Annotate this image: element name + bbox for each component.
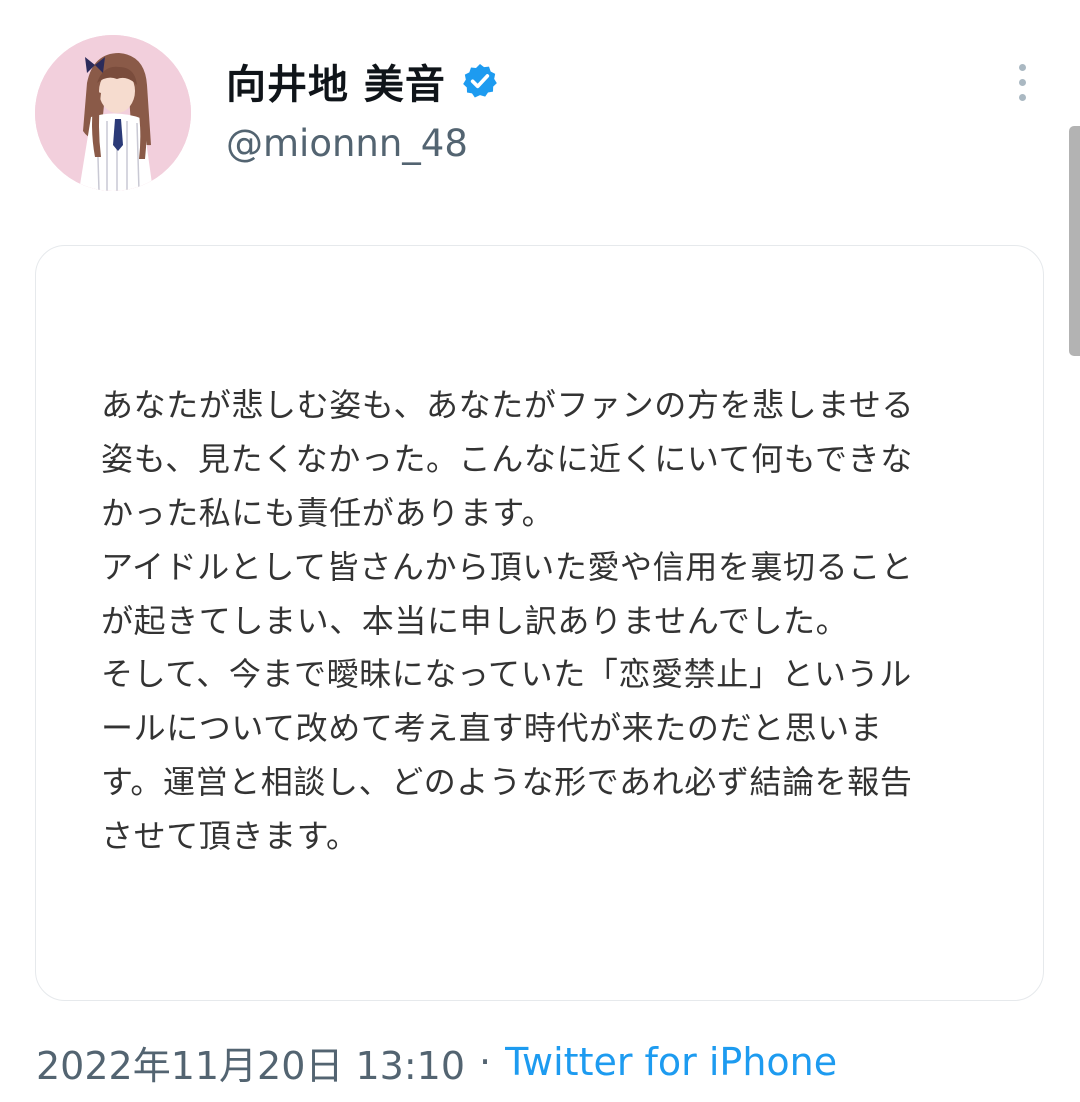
scrollbar[interactable]: [1069, 126, 1080, 356]
statement-line: す。運営と相談し、どのような形であれ必ず結論を報告: [101, 763, 913, 802]
statement-line: させて頂きます。: [101, 817, 359, 856]
statement-line: 姿も、見たくなかった。こんなに近くにいて何もできな: [101, 439, 913, 478]
verified-badge-icon: [460, 61, 500, 101]
statement-line: アイドルとして皆さんから頂いた愛や信用を裏切ること: [101, 547, 914, 586]
avatar[interactable]: [35, 35, 191, 191]
more-vertical-icon-dot: [1018, 93, 1026, 101]
timestamp[interactable]: 2022年11月20日 13:10: [36, 1035, 465, 1090]
display-name[interactable]: 向井地 美音: [226, 54, 500, 108]
more-vertical-icon-dot: [1018, 78, 1026, 86]
display-name-text: 向井地 美音: [226, 62, 446, 108]
statement-text: あなたが悲しむ姿も、あなたがファンの方を悲しませる 姿も、見たくなかった。こんな…: [101, 384, 961, 869]
meta-separator: ·: [479, 1040, 492, 1084]
more-options-button[interactable]: [1004, 58, 1040, 106]
tweet-meta: 2022年11月20日 13:10 · Twitter for iPhone: [36, 1034, 837, 1090]
more-vertical-icon: [1018, 63, 1026, 71]
statement-line: あなたが悲しむ姿も、あなたがファンの方を悲しませる: [101, 386, 915, 424]
statement-line: そして、今まで曖昧になっていた「恋愛禁止」というル: [101, 655, 912, 694]
statement-line: が起きてしまい、本当に申し訳ありませんでした。: [101, 601, 849, 640]
statement-line: かった私にも責任があります。: [101, 493, 555, 532]
tweet: 向井地 美音 @mionnn_48 あなたが悲しむ姿も、あなたがファンの方を悲し…: [0, 0, 1080, 1102]
profile-photo: [35, 35, 191, 191]
source-link[interactable]: Twitter for iPhone: [505, 1040, 837, 1084]
statement-line: ールについて改めて考え直す時代が来たのだと思いま: [101, 709, 883, 748]
user-handle[interactable]: @mionnn_48: [226, 122, 468, 165]
